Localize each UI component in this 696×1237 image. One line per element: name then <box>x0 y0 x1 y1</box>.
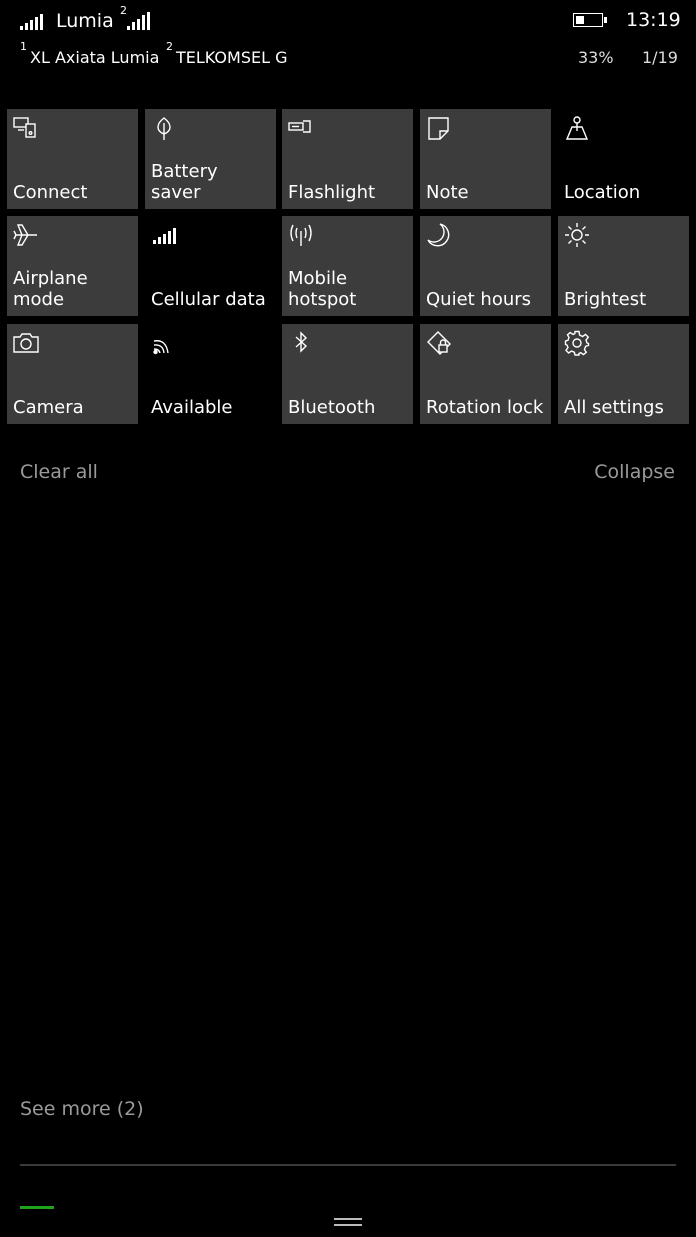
tile-mobile-hotspot[interactable]: Mobile hotspot <box>282 216 413 316</box>
tile-label: Flashlight <box>288 182 376 203</box>
status-bar: Lumia 2 1 XL Axiata Lumia 2 TELKOMSEL G … <box>0 0 696 80</box>
battery-icon <box>573 13 607 27</box>
tile-battery-saver[interactable]: Battery saver <box>145 109 276 209</box>
moon-icon <box>426 222 452 248</box>
tile-label: Cellular data <box>151 289 266 310</box>
tile-brightness[interactable]: Brightest <box>558 216 689 316</box>
tile-airplane-mode[interactable]: Airplane mode <box>7 216 138 316</box>
tile-location[interactable]: Location <box>558 109 689 209</box>
divider <box>20 1164 676 1166</box>
sun-icon <box>564 222 590 248</box>
airplane-icon <box>13 222 39 248</box>
note-icon <box>426 115 452 141</box>
tile-label: Brightest <box>564 289 647 310</box>
tile-note[interactable]: Note <box>420 109 551 209</box>
tile-label: Camera <box>13 397 84 418</box>
tile-bluetooth[interactable]: Bluetooth <box>282 324 413 424</box>
sim2-signal-icon <box>127 12 150 30</box>
leaf-icon <box>151 115 177 141</box>
collapse-button[interactable]: Collapse <box>594 461 675 483</box>
location-icon <box>564 115 590 141</box>
battery-percent: 33% <box>578 48 614 67</box>
see-more-button[interactable]: See more (2) <box>20 1098 144 1120</box>
tile-label: Mobile hotspot <box>288 268 357 310</box>
gear-icon <box>564 330 590 356</box>
rotation-lock-icon <box>426 330 452 356</box>
tile-camera[interactable]: Camera <box>7 324 138 424</box>
tile-label: Note <box>426 182 469 203</box>
hotspot-icon <box>288 222 314 248</box>
tile-rotation-lock[interactable]: Rotation lock <box>420 324 551 424</box>
date: 1/19 <box>642 48 678 67</box>
clear-all-button[interactable]: Clear all <box>20 461 98 483</box>
tile-quiet-hours[interactable]: Quiet hours <box>420 216 551 316</box>
connect-icon <box>13 115 39 141</box>
tile-label: Bluetooth <box>288 397 376 418</box>
sim2-index: 2 <box>120 4 127 17</box>
camera-icon <box>13 330 39 356</box>
sim1-carrier: Lumia <box>56 10 114 32</box>
sim2-index-b: 2 <box>166 40 173 53</box>
quick-actions-grid: Connect Battery saver Flashlight Note Lo… <box>7 109 689 425</box>
flashlight-icon <box>288 115 314 141</box>
cellular-icon <box>151 222 177 248</box>
tile-label: Connect <box>13 182 88 203</box>
page-indicator <box>20 1206 54 1209</box>
bluetooth-icon <box>288 330 314 356</box>
tile-cellular-data[interactable]: Cellular data <box>145 216 276 316</box>
sim1-index: 1 <box>20 40 27 53</box>
clock: 13:19 <box>626 9 681 31</box>
sim1-signal-icon <box>20 14 43 30</box>
sim1-operator: XL Axiata Lumia <box>30 48 160 67</box>
tile-label: Quiet hours <box>426 289 532 310</box>
wifi-icon <box>151 330 177 356</box>
tile-wifi[interactable]: Available <box>145 324 276 424</box>
tile-label: Rotation lock <box>426 397 544 418</box>
drag-handle-icon[interactable] <box>334 1218 362 1228</box>
tile-label: Battery saver <box>151 161 218 203</box>
tile-connect[interactable]: Connect <box>7 109 138 209</box>
tile-all-settings[interactable]: All settings <box>558 324 689 424</box>
tile-label: Available <box>151 397 233 418</box>
tile-label: Airplane mode <box>13 268 88 310</box>
tile-label: Location <box>564 182 641 203</box>
tile-flashlight[interactable]: Flashlight <box>282 109 413 209</box>
sim2-operator: TELKOMSEL G <box>176 48 288 67</box>
tile-label: All settings <box>564 397 664 418</box>
